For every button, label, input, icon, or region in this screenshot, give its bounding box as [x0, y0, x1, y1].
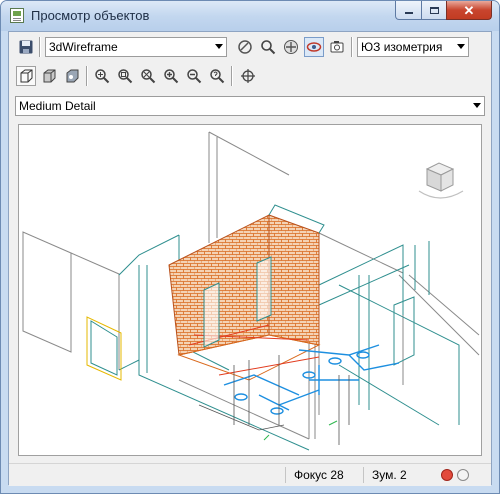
zoom-extents-button[interactable]: [138, 66, 158, 86]
minimize-icon: [404, 12, 413, 14]
view-box-button[interactable]: [16, 66, 36, 86]
record-indicator-icon[interactable]: [441, 469, 453, 481]
chevron-down-icon: [215, 44, 223, 49]
zoom-realtime-button[interactable]: [92, 66, 112, 86]
zoom-out-icon: [187, 69, 202, 84]
save-icon: [19, 40, 33, 54]
close-icon: ✕: [463, 2, 475, 18]
window-title: Просмотр объектов: [31, 8, 150, 23]
center-button[interactable]: [238, 66, 258, 86]
chevron-down-icon: [473, 103, 481, 108]
zoom-realtime-icon: [95, 69, 110, 84]
solid-view-icon: [43, 69, 56, 83]
pan-button[interactable]: [281, 37, 301, 57]
zoom-icon: [261, 40, 276, 55]
realistic-view-icon: [66, 69, 79, 83]
camera-icon: [330, 41, 344, 53]
zoom-window-button[interactable]: [115, 66, 135, 86]
zoom-status: Зум. 2: [363, 467, 438, 483]
orbit-icon: [306, 42, 322, 52]
toolbar-separator: [351, 37, 353, 57]
detail-level-value: Medium Detail: [19, 99, 96, 113]
view-combo[interactable]: ЮЗ изометрия: [357, 37, 469, 57]
visual-settings-icon: [238, 40, 252, 54]
furniture-lines: [198, 355, 350, 445]
object-viewer-window: Просмотр объектов ✕ 3dWireframe ЮЗ изоме…: [0, 0, 500, 494]
orbit-button[interactable]: [304, 37, 324, 57]
minimize-button[interactable]: [395, 1, 422, 20]
client-area: 3dWireframe ЮЗ изометрия Medium Detail Ф…: [8, 31, 492, 486]
camera-button[interactable]: [327, 37, 347, 57]
title-bar[interactable]: Просмотр объектов ✕: [1, 1, 499, 31]
toolbar-separator: [231, 66, 233, 86]
status-circle-icon[interactable]: [457, 469, 469, 481]
model-viewport[interactable]: [18, 124, 482, 456]
model-canvas: [22, 131, 480, 451]
save-button[interactable]: [16, 37, 36, 57]
maximize-button[interactable]: [421, 1, 447, 20]
focus-status: Фокус 28: [285, 467, 364, 483]
crosshair-icon: [241, 69, 255, 83]
close-button[interactable]: ✕: [446, 1, 492, 20]
zoom-button[interactable]: [258, 37, 278, 57]
app-icon: [10, 8, 24, 23]
chevron-down-icon: [457, 44, 465, 49]
zoom-in-icon: [164, 69, 179, 84]
toolbar-separator: [39, 37, 41, 57]
visual-settings-button[interactable]: [235, 37, 255, 57]
zoom-help-button[interactable]: [207, 66, 227, 86]
zoom-window-icon: [118, 69, 133, 84]
maximize-icon: [429, 6, 439, 14]
status-bar: Фокус 28 Зум. 2: [9, 463, 491, 486]
zoom-extents-icon: [141, 69, 156, 84]
zoom-in-button[interactable]: [161, 66, 181, 86]
view-realistic-button[interactable]: [62, 66, 82, 86]
view-solid-button[interactable]: [39, 66, 59, 86]
detail-level-combo[interactable]: Medium Detail: [15, 96, 485, 116]
visual-style-value: 3dWireframe: [49, 40, 118, 54]
visual-style-combo[interactable]: 3dWireframe: [45, 37, 227, 57]
box-view-icon: [20, 69, 33, 83]
brick-room: [168, 204, 325, 381]
pan-icon: [284, 40, 298, 54]
zoom-out-button[interactable]: [184, 66, 204, 86]
view-value: ЮЗ изометрия: [361, 40, 443, 54]
view-cube[interactable]: [418, 162, 464, 199]
zoom-help-icon: [210, 69, 225, 84]
toolbar-separator: [86, 66, 88, 86]
door-left: [86, 316, 122, 381]
